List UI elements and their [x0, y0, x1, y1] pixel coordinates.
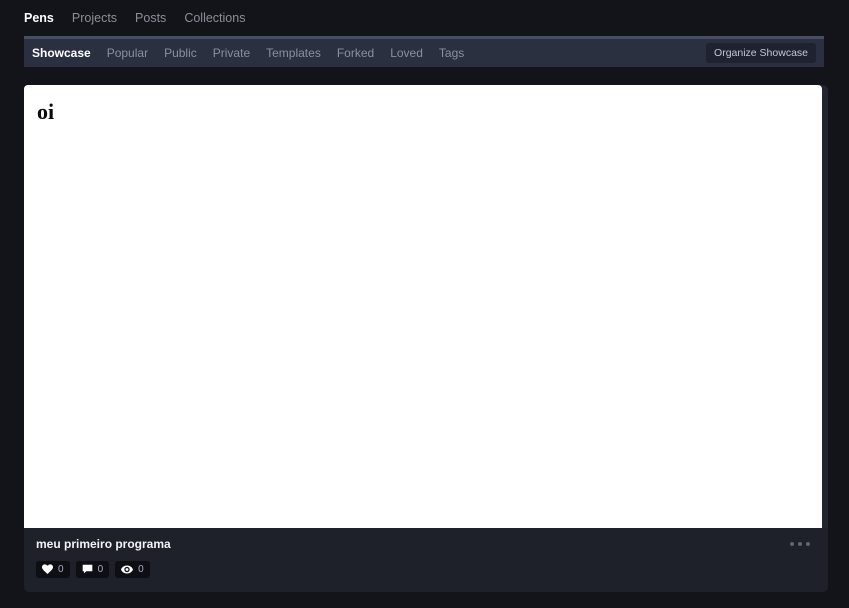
pen-card-footer: meu primeiro programa 0 0 0 — [24, 528, 828, 592]
topnav-item-collections[interactable]: Collections — [184, 12, 245, 25]
tab-popular[interactable]: Popular — [107, 47, 148, 59]
tab-private[interactable]: Private — [213, 47, 250, 59]
pen-preview[interactable]: oi — [24, 85, 822, 528]
ellipsis-icon[interactable] — [786, 538, 814, 550]
view-count: 0 — [138, 565, 144, 575]
filter-tab-bar: Showcase Popular Public Private Template… — [24, 36, 824, 67]
topnav-item-pens[interactable]: Pens — [24, 12, 54, 25]
tab-showcase[interactable]: Showcase — [32, 47, 91, 59]
ellipsis-dot — [806, 542, 810, 546]
tab-tags[interactable]: Tags — [439, 47, 464, 59]
heart-icon — [42, 564, 53, 575]
organize-showcase-button[interactable]: Organize Showcase — [706, 43, 816, 63]
eye-icon — [121, 564, 133, 575]
love-stat[interactable]: 0 — [36, 561, 70, 578]
topnav-item-posts[interactable]: Posts — [135, 12, 166, 25]
pen-stats: 0 0 0 — [36, 561, 816, 578]
topnav-item-projects[interactable]: Projects — [72, 12, 117, 25]
preview-heading-text: oi — [37, 101, 822, 123]
view-stat[interactable]: 0 — [115, 561, 150, 578]
love-count: 0 — [58, 565, 64, 575]
comment-count: 0 — [98, 565, 104, 575]
top-navigation: Pens Projects Posts Collections — [0, 0, 849, 36]
comment-icon — [82, 564, 93, 575]
pen-title[interactable]: meu primeiro programa — [36, 538, 816, 550]
ellipsis-dot — [798, 542, 802, 546]
ellipsis-dot — [790, 542, 794, 546]
tab-list: Showcase Popular Public Private Template… — [32, 47, 706, 59]
comment-stat[interactable]: 0 — [76, 561, 110, 578]
tab-templates[interactable]: Templates — [266, 47, 321, 59]
tab-public[interactable]: Public — [164, 47, 197, 59]
tab-forked[interactable]: Forked — [337, 47, 374, 59]
tab-loved[interactable]: Loved — [390, 47, 423, 59]
pen-card[interactable]: oi meu primeiro programa 0 0 0 — [24, 85, 828, 592]
